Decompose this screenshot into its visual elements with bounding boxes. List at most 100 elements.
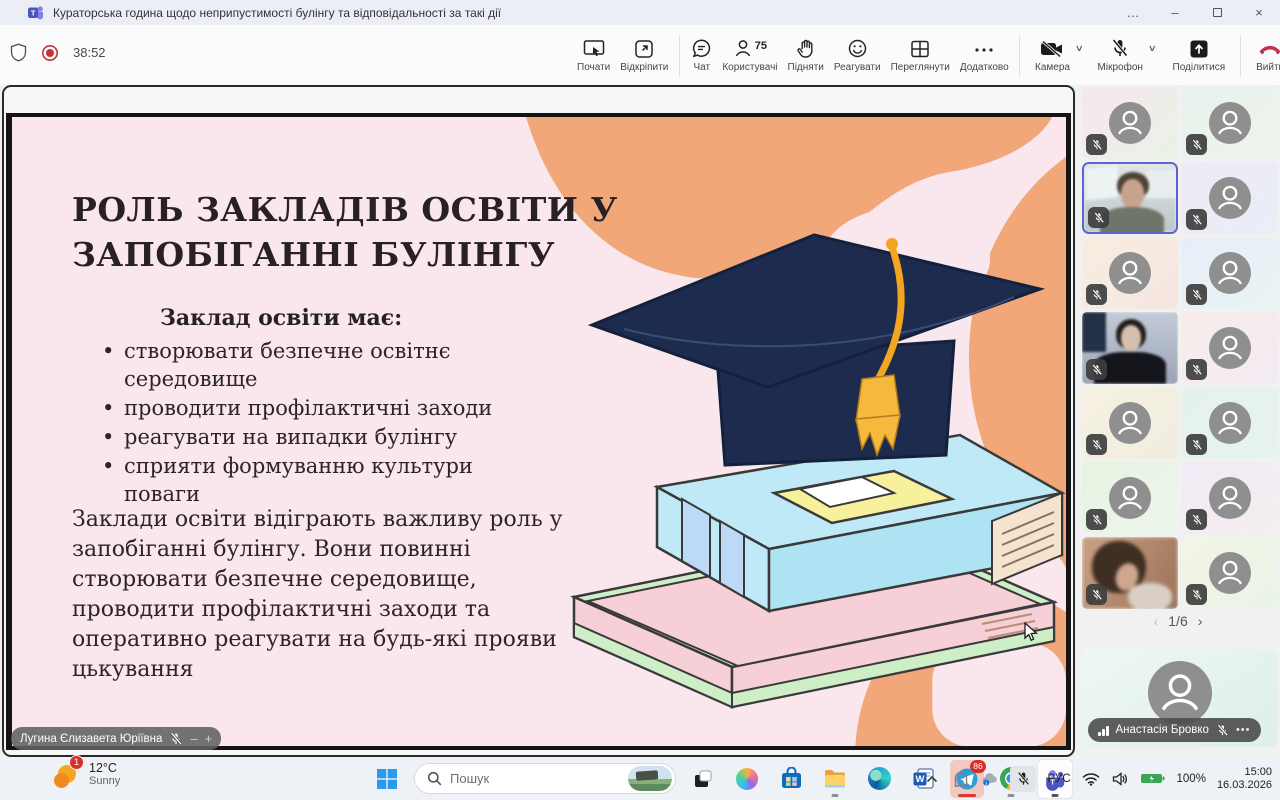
presenter-name-pill[interactable]: Лугина Єлизавета Юріївна – + [11,727,221,750]
participant-tile[interactable] [1082,462,1178,534]
thumbnail-shape [636,770,659,781]
weather-temp: 12°C [89,761,120,775]
copilot-button[interactable] [730,760,764,798]
teams-icon: T [27,4,44,21]
start-button[interactable] [370,760,404,798]
spotlight-name: Анастасія Бровко [1116,724,1209,736]
present-button[interactable]: Почати [572,33,615,75]
file-explorer-button[interactable] [818,760,852,798]
tile-more-icon[interactable]: ••• [1236,718,1251,742]
store-button[interactable] [774,760,808,798]
share-button[interactable]: Поділитися [1168,33,1231,75]
smiley-icon [847,35,868,59]
mic-button[interactable]: Мікрофон [1093,33,1148,75]
page-indicator: 1/6 [1168,613,1187,629]
paragraph-line: проводити профілактичні заходи та [72,595,563,625]
react-button[interactable]: Реагувати [829,33,886,75]
participants-button[interactable]: 75 Користувачі [717,33,782,75]
participant-video-tile[interactable] [1082,537,1178,609]
windows-logo-icon [376,768,398,790]
wifi-icon[interactable] [1082,768,1100,790]
mic-muted-icon [1088,207,1109,228]
participant-tile[interactable] [1182,87,1278,159]
battery-icon[interactable] [1140,768,1166,790]
store-icon [780,767,803,790]
speaker-icon[interactable] [1111,768,1129,790]
search-highlight-thumbnail[interactable] [628,766,672,791]
participant-tile[interactable] [1182,462,1278,534]
mouse-cursor [1024,622,1038,642]
desktop: T Кураторська година щодо неприпустимост… [0,0,1280,800]
raise-hand-icon [796,35,816,59]
search-icon [427,771,442,786]
spotlight-participant-tile[interactable]: Анастасія Бровко ••• [1082,650,1278,747]
window-more-button[interactable]: … [1112,0,1154,25]
mic-options-chevron[interactable]: ∨ [1148,43,1157,54]
edge-button[interactable] [862,760,896,798]
participant-tile[interactable] [1082,387,1178,459]
participant-tile[interactable] [1082,237,1178,309]
task-view-icon [692,768,714,790]
participant-tile[interactable] [1182,162,1278,234]
tray-app-icon[interactable] [952,768,970,790]
toolbar-divider [1240,35,1241,77]
search-bar[interactable]: Пошук [414,763,676,794]
window-title: Кураторська година щодо неприпустимості … [53,6,501,20]
recording-icon [41,44,59,62]
leave-button[interactable]: Вийти [1251,33,1280,75]
participant-tile[interactable] [1182,312,1278,384]
clock[interactable]: 15:00 16.03.2026 [1217,766,1272,792]
camera-button[interactable]: Камера [1030,33,1075,75]
notification-badge: 1 [69,755,84,770]
shared-screen-region: РОЛЬ ЗАКЛАДІВ ОСВІТИ У ЗАПОБІГАННІ БУЛІН… [2,85,1075,757]
mic-muted-icon [1086,359,1107,380]
cloud-tray-icon[interactable]: i [981,768,999,790]
participant-video-tile[interactable] [1082,312,1178,384]
language-indicator[interactable]: РУС [1047,773,1070,785]
mic-muted-icon [1086,434,1107,455]
video-blur-shape [1121,325,1141,351]
unpin-button[interactable]: Відкріпити [615,33,673,75]
close-button[interactable]: × [1238,0,1280,25]
prev-page-icon[interactable]: ‹ [1154,613,1159,629]
avatar [1109,252,1151,294]
video-blur-shape [1128,583,1172,609]
battery-percent: 100% [1177,773,1206,785]
participant-tile[interactable] [1182,537,1278,609]
raise-hand-button[interactable]: Підняти [783,33,829,75]
mic-muted-icon [1086,509,1107,530]
hidden-icons-chevron[interactable] [923,768,941,790]
mic-muted-tray-icon[interactable] [1010,766,1036,792]
spotlight-name-pill: Анастасія Бровко ••• [1088,718,1261,742]
weather-widget[interactable]: 1 12°C Sunny [52,760,120,788]
svg-text:T: T [31,8,36,17]
meeting-timer: 38:52 [73,45,106,60]
avatar [1109,402,1151,444]
zoom-in-icon[interactable]: + [205,727,213,750]
participants-sidebar: ‹ 1/6 › Анастасія Бровко ••• [1080,85,1280,757]
share-screen-icon [1188,35,1210,59]
participant-video-tile[interactable] [1082,162,1178,234]
toolbar-divider [679,35,680,77]
participants-icon: 75 [733,35,767,59]
chat-button[interactable]: Чат [686,33,717,75]
presentation-slide: РОЛЬ ЗАКЛАДІВ ОСВІТИ У ЗАПОБІГАННІ БУЛІН… [12,117,1066,746]
minimize-button[interactable]: – [1154,0,1196,25]
task-view-button[interactable] [686,760,720,798]
maximize-button[interactable] [1196,0,1238,25]
slide-title: РОЛЬ ЗАКЛАДІВ ОСВІТИ У ЗАПОБІГАННІ БУЛІН… [72,187,618,277]
camera-options-chevron[interactable]: ∨ [1075,43,1084,54]
slide-bullet: проводити профілактичні заходи [100,394,500,422]
participant-tile[interactable] [1082,87,1178,159]
next-page-icon[interactable]: › [1198,613,1203,629]
ellipsis-icon [973,35,995,59]
more-options-button[interactable]: Додатково [955,33,1014,75]
mic-muted-icon [1186,134,1207,155]
participant-tile[interactable] [1182,387,1278,459]
zoom-out-icon[interactable]: – [190,727,197,750]
paragraph-line: запобіганні булінгу. Вони повинні [72,535,563,565]
view-button[interactable]: Переглянути [886,33,955,75]
participant-tile[interactable] [1182,237,1278,309]
video-blur-shape [1100,207,1164,234]
camera-off-icon [1039,35,1065,59]
